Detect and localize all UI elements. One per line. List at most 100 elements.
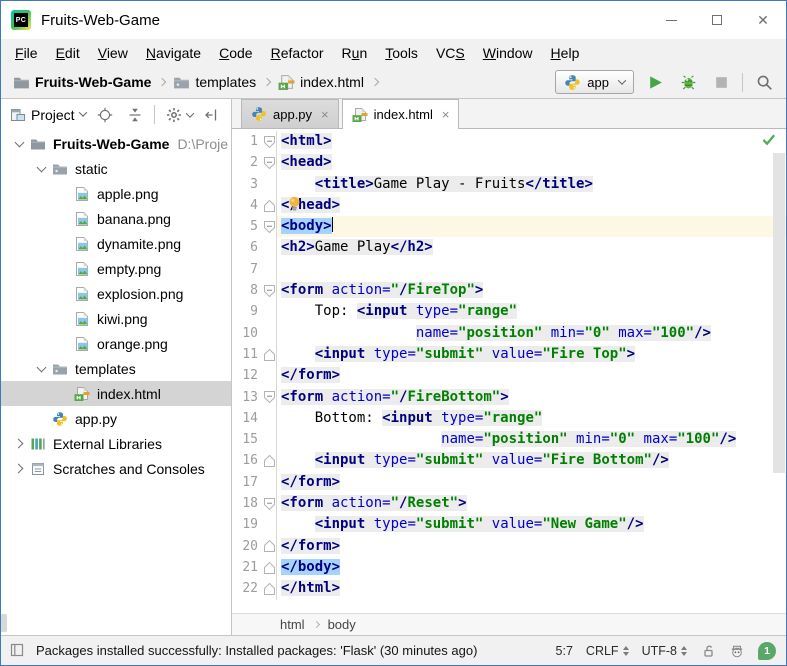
tree-item-kiwi-png[interactable]: kiwi.png [1, 306, 231, 331]
menu-file[interactable]: File [6, 41, 47, 65]
encoding-widget[interactable]: UTF-8 [642, 644, 687, 658]
breadcrumb-item-templates[interactable]: templates [173, 74, 256, 90]
editor-tab-index-html[interactable]: index.html× [342, 99, 460, 129]
tree-item-app-py[interactable]: app.py [1, 406, 231, 431]
editor-breadcrumb-html[interactable]: html [280, 617, 305, 632]
code-line-17[interactable]: 17</form> [232, 472, 786, 493]
breadcrumb-item-index.html[interactable]: index.html [278, 74, 364, 90]
tree-item-fruits-web-game[interactable]: Fruits-Web-GameD:\Proje [1, 131, 231, 156]
code-line-8[interactable]: 8<form action="/FireTop"> [232, 280, 786, 301]
stop-icon[interactable] [709, 70, 733, 94]
locate-icon[interactable] [94, 104, 116, 126]
menu-run[interactable]: Run [333, 41, 377, 65]
menu-edit[interactable]: Edit [47, 41, 89, 65]
breadcrumb-item-fruits-web-game[interactable]: Fruits-Web-Game [13, 74, 151, 90]
code-line-4[interactable]: 4</head> [232, 195, 786, 216]
code-line-14[interactable]: 14 Bottom: <input type="range" [232, 408, 786, 429]
run-configuration-select[interactable]: app [555, 70, 634, 94]
menu-help[interactable]: Help [542, 41, 589, 65]
tree-item-empty-png[interactable]: empty.png [1, 256, 231, 281]
menu-vcs[interactable]: VCS [427, 41, 474, 65]
fold-marker-start[interactable] [262, 280, 276, 301]
fold-marker-end[interactable] [262, 557, 276, 578]
run-icon[interactable] [643, 70, 667, 94]
fold-marker-start[interactable] [262, 152, 276, 173]
notification-bubble[interactable]: 1 [758, 642, 776, 660]
fold-marker-start[interactable] [262, 131, 276, 152]
minimize-icon[interactable] [648, 1, 694, 39]
fold-marker-end[interactable] [262, 195, 276, 216]
tree-item-orange-png[interactable]: orange.png [1, 331, 231, 356]
code-line-16[interactable]: 16 <input type="submit" value="Fire Bott… [232, 450, 786, 471]
caret-position-widget[interactable]: 5:7 [556, 644, 573, 658]
maximize-icon[interactable] [694, 1, 740, 39]
fold-marker-end[interactable] [262, 578, 276, 599]
chevron-down-icon[interactable] [9, 142, 30, 146]
code-line-9[interactable]: 9 Top: <input type="range" [232, 301, 786, 322]
code-line-3[interactable]: 3 <title>Game Play - Fruits</title> [232, 174, 786, 195]
menu-code[interactable]: Code [210, 41, 261, 65]
code-line-20[interactable]: 20</form> [232, 536, 786, 557]
tree-item-banana-png[interactable]: banana.png [1, 206, 231, 231]
code-line-15[interactable]: 15 name="position" min="0" max="100"/> [232, 429, 786, 450]
hide-panel-icon[interactable] [201, 104, 223, 126]
code-line-22[interactable]: 22</html> [232, 578, 786, 599]
fold-marker-start[interactable] [262, 216, 276, 237]
menu-navigate[interactable]: Navigate [137, 41, 210, 65]
menu-tools[interactable]: Tools [376, 41, 427, 65]
close-tab-icon[interactable]: × [442, 108, 450, 121]
line-separator-widget[interactable]: CRLF [586, 644, 629, 658]
editor-scrollbar[interactable] [773, 153, 785, 473]
project-view-selector[interactable]: Project [10, 107, 86, 123]
close-icon[interactable]: ✕ [740, 1, 786, 39]
toolwindow-toggle-icon[interactable] [9, 642, 27, 660]
collapse-all-icon[interactable] [124, 104, 146, 126]
unlock-icon[interactable] [700, 643, 716, 659]
chevron-down-icon[interactable] [31, 367, 52, 371]
tree-item-dynamite-png[interactable]: dynamite.png [1, 231, 231, 256]
tree-item-static[interactable]: static [1, 156, 231, 181]
toolwindow-stripe-button[interactable] [1, 614, 7, 632]
tree-item-index-html[interactable]: index.html [1, 381, 231, 406]
tree-item-apple-png[interactable]: apple.png [1, 181, 231, 206]
tree-item-scratches-and-consoles[interactable]: Scratches and Consoles [1, 456, 231, 481]
code-line-13[interactable]: 13<form action="/FireBottom"> [232, 387, 786, 408]
code-line-11[interactable]: 11 <input type="submit" value="Fire Top"… [232, 344, 786, 365]
gear-icon[interactable] [163, 104, 185, 126]
chevron-right-icon[interactable] [9, 440, 30, 447]
tree-item-explosion-png[interactable]: explosion.png [1, 281, 231, 306]
close-tab-icon[interactable]: × [321, 108, 329, 121]
image-file-icon [74, 286, 91, 302]
fold-marker-end[interactable] [262, 450, 276, 471]
code-line-12[interactable]: 12</form> [232, 365, 786, 386]
code-line-18[interactable]: 18<form action="/Reset"> [232, 493, 786, 514]
fold-marker-start[interactable] [262, 493, 276, 514]
fold-marker-start[interactable] [262, 387, 276, 408]
editor[interactable]: 1<html>2<head>3 <title>Game Play - Fruit… [232, 129, 786, 613]
fold-marker-end[interactable] [262, 536, 276, 557]
code-line-10[interactable]: 10 name="position" min="0" max="100"/> [232, 323, 786, 344]
code-line-5[interactable]: 5<body> [232, 216, 786, 237]
code-line-21[interactable]: 21</body> [232, 557, 786, 578]
hector-inspections-icon[interactable] [729, 643, 745, 659]
code-line-2[interactable]: 2<head> [232, 152, 786, 173]
intention-bulb-icon[interactable] [286, 195, 303, 212]
chevron-down-icon[interactable] [31, 167, 52, 171]
menu-refactor[interactable]: Refactor [262, 41, 333, 65]
inspection-ok-icon[interactable] [761, 132, 776, 147]
fold-marker-end[interactable] [262, 344, 276, 365]
code-line-7[interactable]: 7 [232, 259, 786, 280]
tree-item-external-libraries[interactable]: External Libraries [1, 431, 231, 456]
code-line-1[interactable]: 1<html> [232, 131, 786, 152]
debug-icon[interactable] [676, 70, 700, 94]
code-line-6[interactable]: 6<h2>Game Play</h2> [232, 237, 786, 258]
chevron-right-icon[interactable] [9, 465, 30, 472]
editor-tab-app-py[interactable]: app.py× [241, 99, 339, 128]
search-icon[interactable] [752, 70, 776, 94]
menu-window[interactable]: Window [474, 41, 542, 65]
menu-view[interactable]: View [89, 41, 137, 65]
project-view-icon [10, 107, 26, 123]
code-line-19[interactable]: 19 <input type="submit" value="New Game"… [232, 514, 786, 535]
tree-item-templates[interactable]: templates [1, 356, 231, 381]
editor-breadcrumb-body[interactable]: body [328, 617, 356, 632]
